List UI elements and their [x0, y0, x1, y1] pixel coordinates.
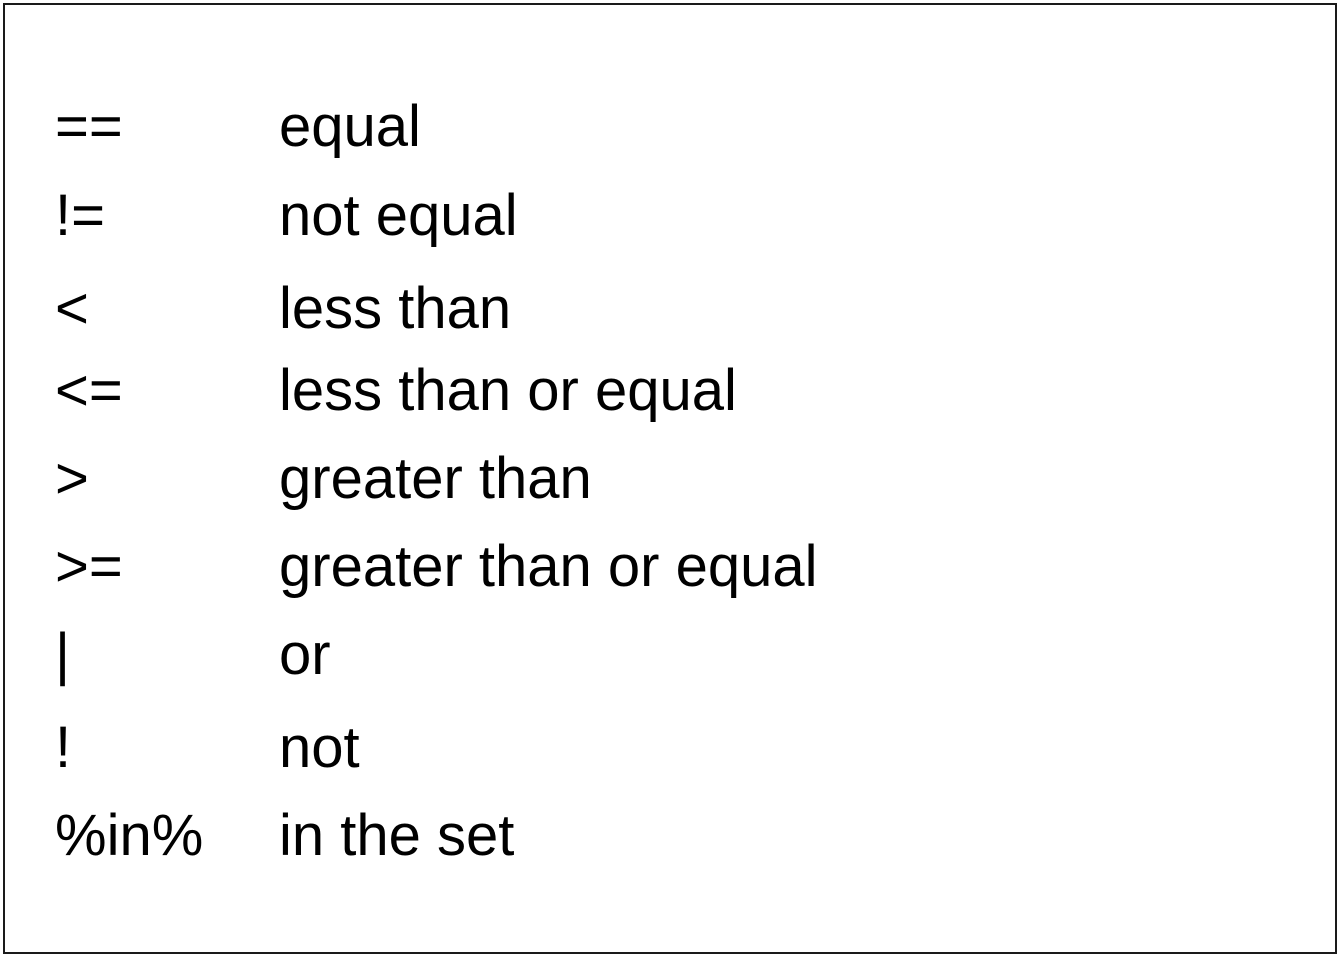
operator-meaning: not	[279, 715, 360, 780]
operator-symbol: <=	[55, 358, 123, 423]
operator-row-not: ! not	[5, 713, 1205, 783]
operator-row-greater-than-or-equal: >= greater than or equal	[5, 532, 1205, 602]
operator-row-in-set: %in% in the set	[5, 801, 1205, 871]
operator-row-not-equal: != not equal	[5, 181, 1205, 251]
operator-meaning: greater than or equal	[279, 534, 818, 599]
operator-row-equal: == equal	[5, 92, 1205, 162]
operator-symbol: >	[55, 446, 89, 511]
operator-symbol: !	[55, 715, 72, 780]
operator-symbol: !=	[55, 183, 105, 248]
slide-frame: == equal != not equal < less than <= les…	[3, 3, 1337, 954]
operator-meaning: equal	[279, 94, 421, 159]
operator-meaning: in the set	[279, 803, 515, 868]
operator-symbol: |	[55, 622, 71, 687]
operator-meaning: not equal	[279, 183, 518, 248]
operator-row-less-than-or-equal: <= less than or equal	[5, 356, 1205, 426]
operator-symbol: %in%	[55, 803, 204, 868]
operator-meaning: less than	[279, 276, 512, 341]
operator-symbol: ==	[55, 94, 123, 159]
operator-meaning: or	[279, 622, 331, 687]
operator-meaning: greater than	[279, 446, 592, 511]
operator-row-or: | or	[5, 620, 1205, 690]
operator-symbol: <	[55, 276, 89, 341]
operator-symbol: >=	[55, 534, 123, 599]
operator-row-greater-than: > greater than	[5, 444, 1205, 514]
operator-meaning: less than or equal	[279, 358, 737, 423]
operator-row-less-than: < less than	[5, 274, 1205, 344]
